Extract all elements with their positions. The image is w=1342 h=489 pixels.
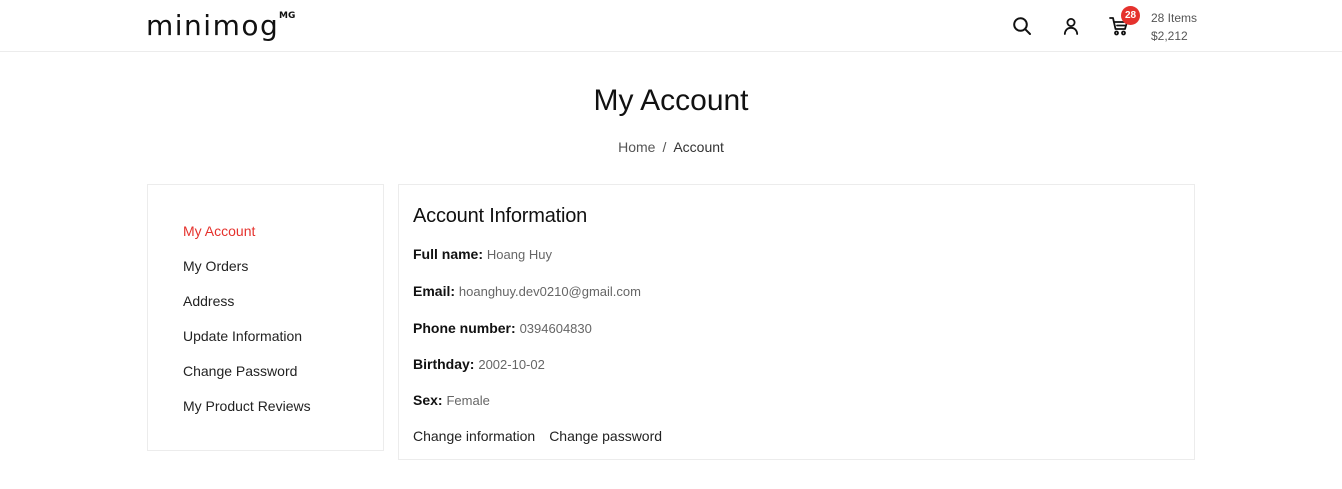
user-icon[interactable] [1059,14,1083,38]
sidebar-item-address[interactable]: Address [183,292,234,310]
cart-items-count: 28 Items [1151,11,1198,25]
sex-row: Sex: Female [413,391,490,410]
logo[interactable]: minimog MG [146,6,295,46]
phone-number-label: Phone number: [413,320,516,336]
account-information-panel: Account Information Full name: Hoang Huy… [398,184,1195,460]
cart-summary[interactable]: 28 Items $2,212 [1151,9,1197,45]
search-icon[interactable] [1010,14,1034,38]
account-sidebar: My Account My Orders Address Update Info… [147,184,384,451]
breadcrumb-home[interactable]: Home [618,139,655,155]
phone-number-value: 0394604830 [519,321,592,336]
sidebar-item-my-product-reviews[interactable]: My Product Reviews [183,397,311,415]
email-label: Email: [413,283,456,299]
breadcrumb: Home / Account [0,138,1342,156]
logo-text: minimog [146,9,280,42]
logo-superscript: MG [279,11,296,21]
cart-total: $2,212 [1151,29,1188,43]
account-actions: Change information Change password [413,427,662,445]
birthday-label: Birthday: [413,356,475,372]
change-information-link[interactable]: Change information [413,428,535,444]
account-information-title: Account Information [413,205,588,227]
breadcrumb-separator: / [662,139,667,155]
breadcrumb-current: Account [673,139,724,155]
sidebar-item-update-information[interactable]: Update Information [183,327,302,345]
site-header: minimog MG 28 28 Items $2,212 [0,0,1342,52]
sex-value: Female [446,393,490,408]
change-password-link[interactable]: Change password [549,428,662,444]
birthday-row: Birthday: 2002-10-02 [413,355,545,374]
sidebar-item-change-password[interactable]: Change Password [183,362,297,380]
email-value: hoanghuy.dev0210@gmail.com [458,284,641,299]
phone-number-row: Phone number: 0394604830 [413,319,592,338]
sidebar-item-my-orders[interactable]: My Orders [183,257,248,275]
full-name-value: Hoang Huy [486,247,552,262]
cart-count-badge: 28 [1121,6,1140,25]
sex-label: Sex: [413,392,443,408]
page-title: My Account [593,84,749,117]
full-name-row: Full name: Hoang Huy [413,245,552,264]
full-name-label: Full name: [413,246,484,262]
email-row: Email: hoanghuy.dev0210@gmail.com [413,282,641,301]
birthday-value: 2002-10-02 [478,357,545,372]
sidebar-item-my-account[interactable]: My Account [183,222,255,240]
